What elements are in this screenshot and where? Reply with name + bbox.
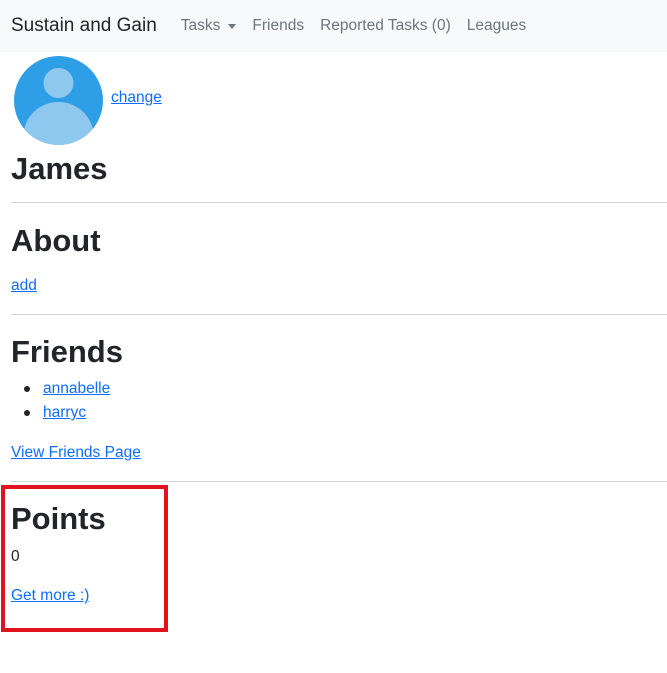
change-avatar-link[interactable]: change (111, 89, 162, 107)
top-navbar: Sustain and Gain Tasks Friends Reported … (0, 0, 667, 52)
nav-tasks-dropdown[interactable]: Tasks (181, 17, 237, 35)
caret-down-icon (228, 24, 237, 29)
brand-link[interactable]: Sustain and Gain (11, 15, 157, 37)
list-item: annabelle (24, 380, 110, 404)
nav-reported-tasks[interactable]: Reported Tasks (0) (320, 17, 451, 35)
about-heading: About (11, 223, 101, 258)
points-value: 0 (11, 548, 20, 565)
nav-leagues[interactable]: Leagues (467, 17, 526, 35)
points-heading: Points (11, 501, 106, 536)
profile-name: James (11, 151, 108, 186)
nav-tasks-label: Tasks (180, 17, 221, 34)
friend-link-harryc[interactable]: harryc (43, 404, 86, 421)
divider (11, 202, 667, 203)
add-about-link[interactable]: add (11, 277, 37, 295)
friends-heading: Friends (11, 334, 123, 369)
divider (11, 481, 667, 482)
nav-friends[interactable]: Friends (252, 17, 304, 35)
get-more-points-link[interactable]: Get more :) (11, 587, 89, 605)
divider (11, 314, 667, 315)
user-avatar-icon (14, 56, 103, 145)
list-item: harryc (24, 404, 110, 428)
friend-link-annabelle[interactable]: annabelle (43, 380, 110, 397)
view-friends-page-link[interactable]: View Friends Page (11, 444, 141, 462)
friends-list: annabelle harryc (24, 380, 110, 428)
